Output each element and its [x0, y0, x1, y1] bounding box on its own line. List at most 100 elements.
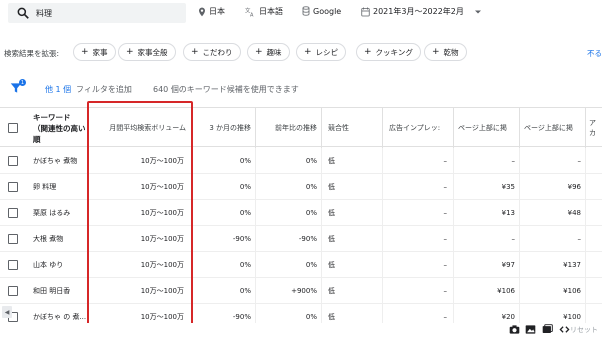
expand-chip-6[interactable]: + クッキング — [356, 43, 421, 61]
expand-chip-2[interactable]: + 家事全般 — [118, 43, 176, 61]
select-all-checkbox[interactable] — [8, 123, 18, 133]
row-checkbox[interactable] — [8, 286, 18, 296]
table-row[interactable]: 和田 明日香 10万～100万 0% +900% 低 – ¥106 ¥106 — [0, 278, 602, 304]
three-month-column-header[interactable]: 3 か月の推移 — [192, 108, 255, 148]
monthly-volume-cell: 10万～100万 — [88, 278, 192, 304]
three-month-cell: -90% — [192, 226, 255, 252]
competition-cell: 低 — [321, 278, 382, 304]
top-bid-high-cell: ¥137 — [519, 252, 585, 278]
monthly-volume-cell: 10万～100万 — [88, 174, 192, 200]
three-month-cell: 0% — [192, 174, 255, 200]
competition-cell: 低 — [321, 200, 382, 226]
add-filter-button[interactable]: フィルタを追加 — [76, 84, 132, 95]
yoy-cell: 0% — [255, 174, 321, 200]
impression-share-cell: – — [382, 252, 453, 278]
competition-cell: 低 — [321, 174, 382, 200]
top-bid-low-cell: – — [453, 148, 519, 174]
yoy-cell: 0% — [255, 252, 321, 278]
plus-icon: + — [81, 47, 89, 57]
expand-chip-4[interactable]: + 趣味 — [247, 43, 290, 61]
yoy-cell: +900% — [255, 278, 321, 304]
account-column-header[interactable]: アカ — [585, 108, 602, 148]
expand-label: 検索結果を拡張: — [4, 49, 60, 58]
three-month-cell: 0% — [192, 200, 255, 226]
monthly-volume-cell: 10万～100万 — [88, 252, 192, 278]
monthly-volume-cell: 10万～100万 — [88, 200, 192, 226]
location-label: 日本 — [209, 7, 225, 16]
impression-share-column-header[interactable]: 広告インプレッ: — [382, 108, 453, 148]
engine-filter[interactable]: Google — [302, 6, 341, 16]
account-cell — [585, 200, 602, 226]
table-row[interactable]: 山本 ゆり 10万～100万 0% 0% 低 – ¥97 ¥137 — [0, 252, 602, 278]
top-bid-high-cell: – — [519, 226, 585, 252]
search-icon — [17, 7, 29, 19]
three-month-cell: 0% — [192, 278, 255, 304]
plus-icon: + — [364, 47, 372, 57]
expand-chip-5[interactable]: + レシピ — [296, 43, 347, 61]
expand-chip-1[interactable]: + 家事 — [73, 43, 116, 61]
date-range-filter[interactable]: 2021年3月～2022年2月 — [361, 6, 486, 17]
top-bar: 日本 文A 日本語 Google 2021年3月～2022年2月 — [0, 0, 602, 28]
calendar-icon — [361, 7, 370, 16]
plus-icon: + — [191, 47, 199, 57]
table-row[interactable]: 卵 料理 10万～100万 0% 0% 低 – ¥35 ¥96 — [0, 174, 602, 200]
account-cell — [585, 278, 602, 304]
top-bid-low-cell: ¥106 — [453, 278, 519, 304]
candidates-count: 640 個のキーワード候補を使用できます — [153, 85, 299, 94]
more-link[interactable]: 不る — [587, 48, 602, 59]
row-checkbox[interactable] — [8, 182, 18, 192]
monthly-volume-column-header[interactable]: 月間平均検索ボリューム — [88, 108, 192, 148]
top-bid-low-column-header[interactable]: ページ上部に掲 — [453, 108, 519, 148]
top-bid-low-cell: – — [453, 226, 519, 252]
svg-text:A: A — [250, 12, 254, 16]
table-row[interactable]: 栗原 はるみ 10万～100万 0% 0% 低 – ¥13 ¥48 — [0, 200, 602, 226]
account-cell — [585, 226, 602, 252]
chevron-down-icon[interactable] — [473, 8, 483, 16]
impression-share-cell: – — [382, 200, 453, 226]
table-row[interactable]: 大根 煮物 10万～100万 -90% -90% 低 – – – — [0, 226, 602, 252]
row-checkbox[interactable] — [8, 234, 18, 244]
plus-icon: + — [255, 47, 263, 57]
search-input[interactable] — [36, 8, 176, 18]
top-bid-high-column-header[interactable]: ページ上部に掲 — [519, 108, 585, 148]
impression-share-cell: – — [382, 148, 453, 174]
table-row[interactable]: かぼちゃ 煮物 10万～100万 0% 0% 低 – – – — [0, 148, 602, 174]
keyword-column-header[interactable]: キーワード （関連性の高い順 — [33, 108, 88, 148]
plus-icon: + — [126, 47, 134, 57]
row-checkbox[interactable] — [8, 208, 18, 218]
account-cell — [585, 148, 602, 174]
expand-chip-7[interactable]: + 乾物 — [424, 43, 467, 61]
keyword-cell: かぼちゃ 煮物 — [33, 157, 78, 165]
keyword-cell: 栗原 はるみ — [33, 209, 71, 217]
account-cell — [585, 174, 602, 200]
row-checkbox[interactable] — [8, 156, 18, 166]
three-month-cell: 0% — [192, 148, 255, 174]
language-filter[interactable]: 文A 日本語 — [245, 6, 283, 17]
top-bid-high-cell: ¥106 — [519, 278, 585, 304]
location-pin-icon — [199, 7, 205, 16]
table-header: キーワード （関連性の高い順 月間平均検索ボリューム 3 か月の推移 前年比の推… — [0, 107, 602, 148]
yoy-column-header[interactable]: 前年比の推移 — [255, 108, 321, 148]
top-bid-low-cell: ¥13 — [453, 200, 519, 226]
translate-icon: 文A — [245, 7, 254, 17]
keyword-cell: 大根 煮物 — [33, 235, 64, 243]
search-box[interactable] — [8, 3, 186, 23]
expand-chip-3[interactable]: + こだわり — [183, 43, 241, 61]
location-filter[interactable]: 日本 — [198, 6, 225, 17]
image-icon[interactable] — [525, 324, 536, 335]
scroll-left-button[interactable]: ◀ — [2, 306, 12, 318]
gallery-icon[interactable] — [542, 324, 553, 335]
competition-cell: 低 — [321, 252, 382, 278]
yoy-cell: -90% — [255, 226, 321, 252]
competition-column-header[interactable]: 競合性 — [321, 108, 382, 148]
filter-row: 1 他 1 個 フィルタを追加 640 個のキーワード候補を使用できます — [0, 79, 602, 101]
filter-count-link[interactable]: 他 1 個 — [45, 84, 71, 95]
reset-button[interactable]: リセット — [570, 325, 598, 335]
code-icon[interactable] — [559, 324, 570, 335]
filter-badge: 1 — [19, 79, 26, 86]
yoy-cell: 0% — [255, 148, 321, 174]
row-checkbox[interactable] — [8, 260, 18, 270]
camera-icon[interactable] — [509, 324, 520, 335]
language-label: 日本語 — [259, 7, 283, 16]
yoy-cell: 0% — [255, 200, 321, 226]
